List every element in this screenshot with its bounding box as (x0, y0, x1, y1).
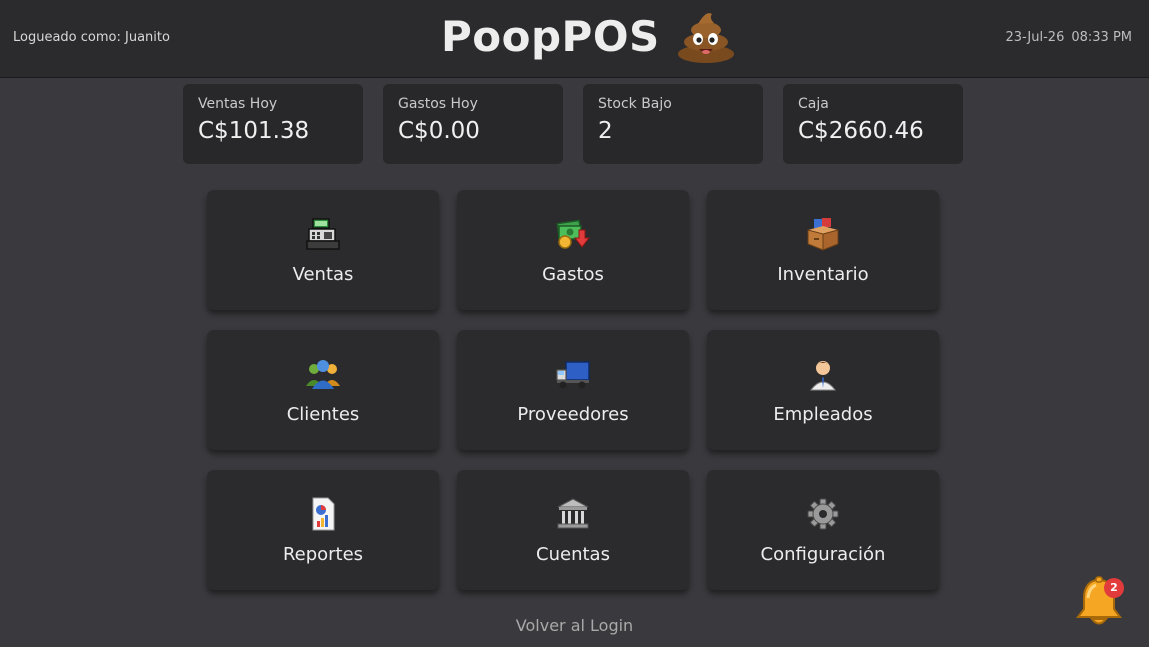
tile-label: Empleados (773, 404, 873, 425)
tile-empleados[interactable]: Empleados (707, 330, 939, 450)
gear-icon (807, 498, 839, 530)
stat-value: C$101.38 (198, 118, 310, 144)
stat-value: C$0.00 (398, 118, 480, 144)
report-icon (312, 497, 335, 531)
app-title-text: PoopPOS (441, 11, 660, 61)
stat-caja: Caja C$2660.46 (783, 84, 963, 164)
app-title: PoopPOS (441, 6, 736, 66)
tile-label: Ventas (292, 264, 354, 285)
tile-label: Inventario (777, 264, 869, 285)
tile-cuentas[interactable]: Cuentas (457, 470, 689, 590)
back-to-login-link[interactable]: Volver al Login (0, 616, 1149, 635)
tile-proveedores[interactable]: Proveedores (457, 330, 689, 450)
stat-label: Caja (798, 96, 829, 112)
tile-label: Reportes (282, 544, 364, 565)
tile-inventario[interactable]: Inventario (707, 190, 939, 310)
employee-icon (809, 361, 837, 391)
users-icon (306, 360, 340, 389)
bank-icon (557, 498, 589, 529)
tile-clientes[interactable]: Clientes (207, 330, 439, 450)
stat-label: Ventas Hoy (198, 96, 278, 112)
tile-label: Cuentas (536, 544, 610, 565)
tile-label: Proveedores (517, 404, 629, 425)
tile-gastos[interactable]: Gastos (457, 190, 689, 310)
stat-stock-bajo: Stock Bajo 2 (583, 84, 763, 164)
stat-value: 2 (598, 118, 613, 144)
tile-label: Configuración (760, 544, 886, 565)
logged-in-user: Logueado como: Juanito (13, 30, 170, 45)
truck-icon (556, 361, 590, 389)
stat-ventas-hoy: Ventas Hoy C$101.38 (183, 84, 363, 164)
box-icon (807, 218, 839, 251)
datetime: 23-Jul-26 08:33 PM (1005, 30, 1132, 45)
time-text: 08:33 PM (1071, 30, 1132, 45)
date-text: 23-Jul-26 (1005, 30, 1065, 45)
stat-label: Gastos Hoy (398, 96, 478, 112)
stat-gastos-hoy: Gastos Hoy C$0.00 (383, 84, 563, 164)
cash-register-icon (306, 218, 340, 250)
notification-count-badge: 2 (1104, 578, 1124, 598)
tile-configuracion[interactable]: Configuración (707, 470, 939, 590)
stat-value: C$2660.46 (798, 118, 924, 144)
money-down-icon (556, 219, 591, 249)
stat-label: Stock Bajo (598, 96, 672, 112)
tile-label: Gastos (542, 264, 604, 285)
tile-ventas[interactable]: Ventas (207, 190, 439, 310)
app-header: Logueado como: Juanito PoopPOS 23-Jul-26… (0, 0, 1149, 78)
poop-logo-icon (677, 13, 734, 63)
tile-label: Clientes (286, 404, 360, 425)
stats-row: Ventas Hoy C$101.38 Gastos Hoy C$0.00 St… (183, 84, 963, 164)
tile-reportes[interactable]: Reportes (207, 470, 439, 590)
